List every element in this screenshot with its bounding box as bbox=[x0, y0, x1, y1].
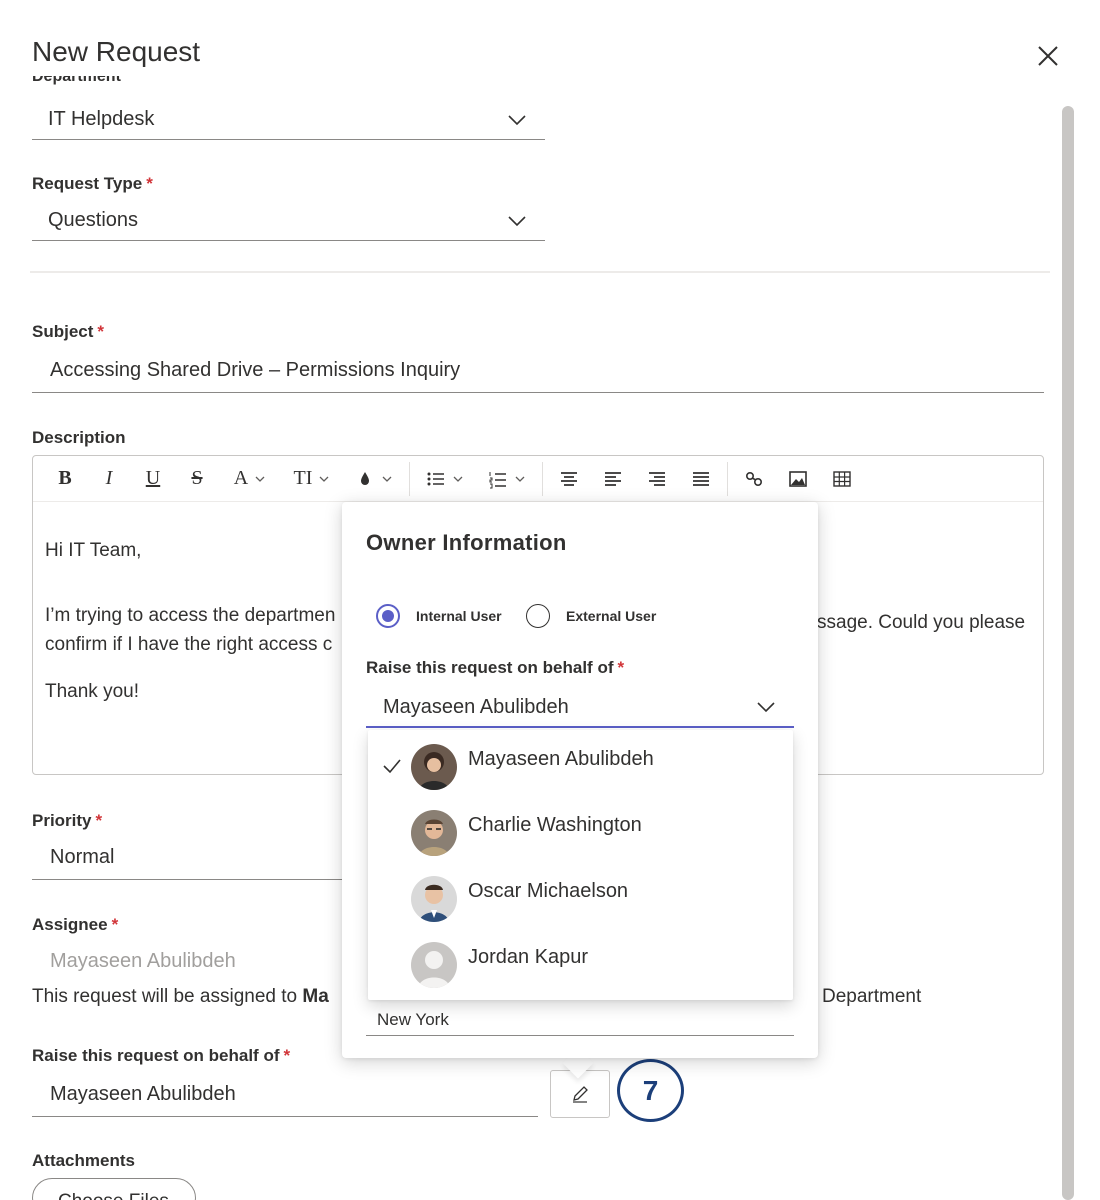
align-left-icon bbox=[605, 471, 621, 486]
align-right-button[interactable] bbox=[635, 461, 679, 497]
insert-link-button[interactable] bbox=[732, 461, 776, 497]
bold-button[interactable]: B bbox=[43, 461, 87, 497]
toolbar-divider bbox=[542, 461, 543, 496]
chevron-down-icon bbox=[453, 476, 463, 482]
user-option-name: Mayaseen Abulibdeh bbox=[468, 748, 654, 770]
request-type-label: Request Type * bbox=[32, 174, 153, 193]
choose-files-button[interactable]: Choose Files bbox=[32, 1178, 196, 1200]
avatar bbox=[411, 810, 457, 856]
internal-user-radio[interactable]: Internal User bbox=[376, 604, 502, 628]
user-option-name: Jordan Kapur bbox=[468, 946, 589, 968]
popup-behalf-label: Raise this request on behalf of * bbox=[366, 658, 625, 677]
subject-value: Accessing Shared Drive – Permissions Inq… bbox=[50, 359, 461, 381]
assignee-value: Mayaseen Abulibdeh bbox=[50, 950, 236, 972]
strikethrough-button[interactable]: S bbox=[175, 461, 219, 497]
behalf-user-dropdown[interactable]: Mayaseen Abulibdeh bbox=[366, 686, 794, 728]
image-icon bbox=[789, 470, 807, 487]
justify-button[interactable] bbox=[679, 461, 723, 497]
bullet-list-icon bbox=[427, 472, 444, 485]
numbered-list-icon bbox=[489, 471, 506, 488]
step-number-badge: 7 bbox=[617, 1059, 684, 1122]
popup-title: Owner Information bbox=[366, 530, 567, 555]
user-option[interactable]: Mayaseen Abulibdeh bbox=[368, 730, 793, 790]
user-listbox: Mayaseen Abulibdeh Charlie Washington Os… bbox=[368, 730, 793, 1000]
behalf-label: Raise this request on behalf of * bbox=[32, 1046, 291, 1065]
chevron-down-icon bbox=[382, 476, 392, 482]
request-type-dropdown[interactable]: Questions bbox=[32, 201, 545, 241]
avatar bbox=[411, 876, 457, 922]
bullet-list-button[interactable] bbox=[414, 461, 476, 497]
user-option[interactable]: Charlie Washington bbox=[368, 796, 793, 856]
pencil-icon bbox=[573, 1086, 588, 1103]
location-field[interactable]: New York bbox=[366, 1002, 794, 1036]
close-icon bbox=[1038, 46, 1058, 66]
font-size-button[interactable]: TI bbox=[281, 461, 343, 497]
radio-unselected-indicator bbox=[526, 604, 550, 628]
align-left-button[interactable] bbox=[591, 461, 635, 497]
request-type-value: Questions bbox=[48, 209, 139, 231]
edit-owner-button[interactable] bbox=[550, 1070, 610, 1118]
chevron-down-icon bbox=[515, 476, 525, 482]
subject-label: Subject * bbox=[32, 322, 105, 341]
behalf-user-value: Mayaseen Abulibdeh bbox=[383, 696, 569, 718]
italic-button[interactable]: I bbox=[87, 461, 131, 497]
location-value: New York bbox=[377, 1010, 449, 1029]
subject-input[interactable]: Accessing Shared Drive – Permissions Inq… bbox=[32, 351, 1044, 393]
user-option-name: Oscar Michaelson bbox=[468, 880, 629, 902]
department-value: IT Helpdesk bbox=[48, 108, 155, 130]
avatar bbox=[411, 744, 457, 790]
chevron-down-icon bbox=[255, 476, 265, 482]
toolbar-divider bbox=[727, 461, 728, 496]
font-color-button[interactable]: A bbox=[219, 461, 281, 497]
highlight-button[interactable] bbox=[343, 461, 405, 497]
behalf-input[interactable]: Mayaseen Abulibdeh bbox=[32, 1075, 538, 1117]
attachments-label: Attachments bbox=[32, 1151, 135, 1170]
editor-toolbar: B I U S A TI bbox=[33, 456, 1043, 502]
assign-note-department: Department bbox=[822, 986, 922, 1007]
chevron-down-icon bbox=[508, 216, 526, 227]
priority-label: Priority * bbox=[32, 811, 103, 830]
chevron-down-icon bbox=[757, 702, 775, 713]
description-line: ssage. Could you please bbox=[817, 612, 1026, 633]
ink-drop-icon bbox=[361, 471, 369, 485]
avatar bbox=[411, 942, 457, 988]
insert-table-button[interactable] bbox=[820, 461, 864, 497]
link-icon bbox=[745, 471, 763, 486]
scrollbar[interactable] bbox=[1062, 106, 1074, 1200]
user-option-name: Charlie Washington bbox=[468, 814, 642, 836]
table-icon bbox=[833, 470, 851, 487]
underline-button[interactable]: U bbox=[131, 461, 175, 497]
description-label: Description bbox=[32, 428, 126, 447]
align-center-button[interactable] bbox=[547, 461, 591, 497]
check-icon bbox=[383, 759, 401, 774]
user-option[interactable]: Jordan Kapur bbox=[368, 928, 793, 988]
numbered-list-button[interactable] bbox=[476, 461, 538, 497]
chevron-down-icon bbox=[319, 476, 329, 482]
align-right-icon bbox=[649, 471, 665, 486]
internal-user-label: Internal User bbox=[416, 608, 502, 624]
justify-icon bbox=[693, 471, 709, 486]
close-button[interactable] bbox=[1034, 42, 1062, 70]
department-dropdown[interactable]: IT Helpdesk bbox=[32, 100, 545, 140]
radio-selected-indicator bbox=[376, 604, 400, 628]
dialog-title: New Request bbox=[32, 36, 201, 67]
user-option[interactable]: Oscar Michaelson bbox=[368, 862, 793, 922]
external-user-label: External User bbox=[566, 608, 657, 624]
assign-note: This request will be assigned to Ma bbox=[32, 986, 329, 1007]
insert-image-button[interactable] bbox=[776, 461, 820, 497]
assignee-label: Assignee * bbox=[32, 915, 119, 934]
priority-value: Normal bbox=[50, 846, 115, 868]
align-center-icon bbox=[561, 471, 577, 486]
department-label: Department bbox=[32, 76, 121, 85]
chevron-down-icon bbox=[508, 115, 526, 126]
behalf-value: Mayaseen Abulibdeh bbox=[50, 1083, 236, 1105]
external-user-radio[interactable]: External User bbox=[526, 604, 656, 628]
assignee-field: Mayaseen Abulibdeh bbox=[32, 942, 362, 984]
toolbar-divider bbox=[409, 461, 410, 496]
section-divider bbox=[30, 271, 1050, 273]
priority-dropdown[interactable]: Normal bbox=[32, 838, 362, 880]
